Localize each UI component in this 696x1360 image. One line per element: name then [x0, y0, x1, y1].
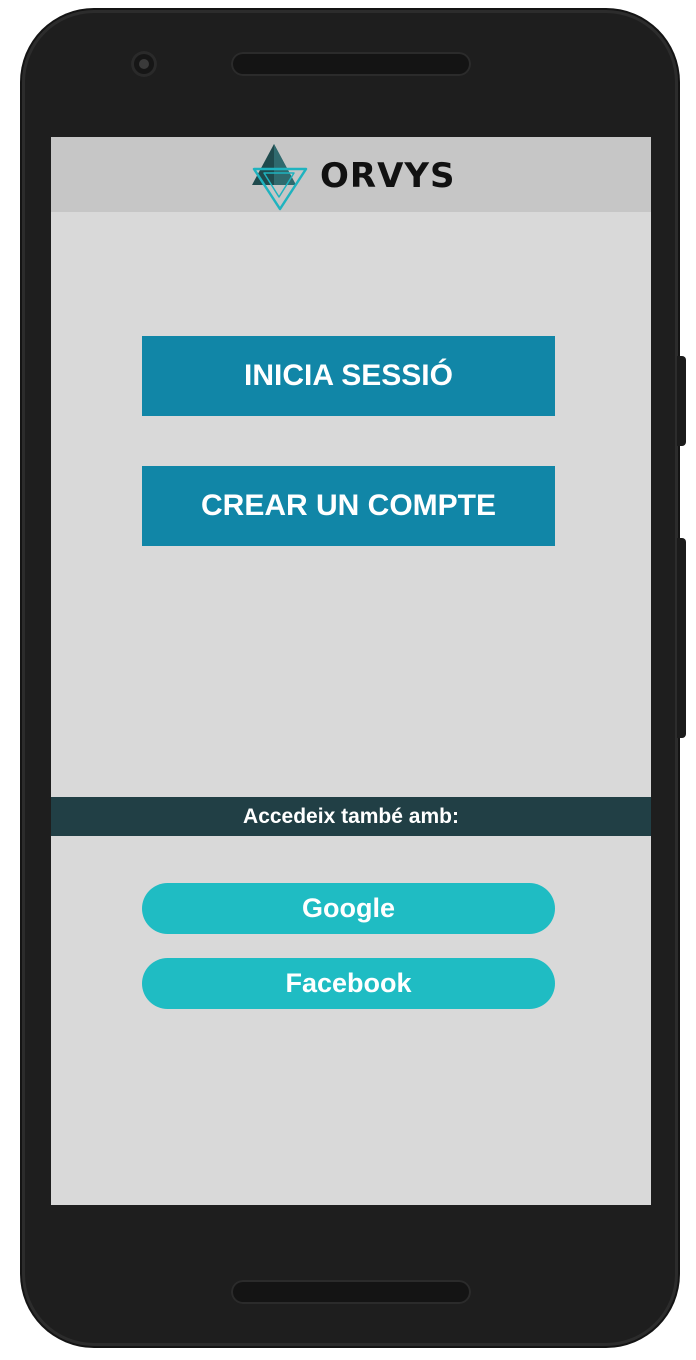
brand-logo: ORVYS — [244, 141, 464, 211]
create-account-button[interactable]: CREAR UN COMPTE — [142, 466, 555, 546]
triangle-logo-icon — [252, 144, 308, 211]
facebook-login-button[interactable]: Facebook — [142, 958, 555, 1009]
google-login-button[interactable]: Google — [142, 883, 555, 934]
bottom-speaker — [231, 1280, 471, 1304]
earpiece-speaker — [231, 52, 471, 76]
volume-rocker — [677, 538, 686, 738]
social-login-heading: Accedeix també amb: — [51, 797, 651, 836]
front-camera — [131, 51, 157, 77]
app-bar: ORVYS — [51, 137, 651, 212]
power-button — [677, 356, 686, 446]
login-button[interactable]: INICIA SESSIÓ — [142, 336, 555, 416]
brand-name: ORVYS — [320, 156, 456, 196]
device-frame-stage: ORVYS INICIA SESSIÓ CREAR UN COMPTE Acce… — [0, 0, 696, 1360]
app-screen: ORVYS INICIA SESSIÓ CREAR UN COMPTE Acce… — [51, 137, 651, 1205]
